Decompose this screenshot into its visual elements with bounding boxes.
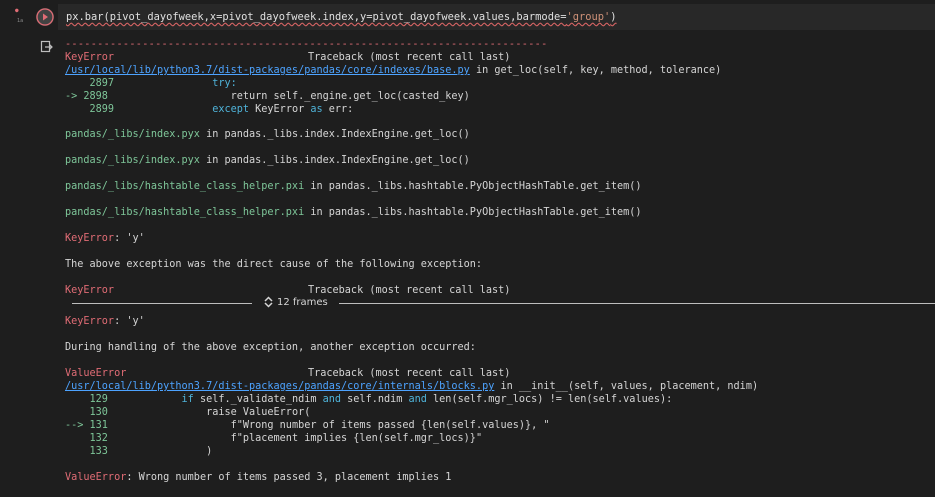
keyword: and bbox=[408, 394, 427, 405]
traceback-file-line: /usr/local/lib/python3.7/dist-packages/p… bbox=[65, 380, 758, 393]
function-ref: in __init__(self, values, placement, ndi… bbox=[494, 381, 759, 392]
frame-function: in pandas._libs.index.IndexEngine.get_lo… bbox=[199, 155, 470, 166]
error-type: KeyError bbox=[65, 52, 115, 63]
frames-divider-right bbox=[339, 303, 935, 304]
source-code: self.ndim bbox=[341, 394, 409, 405]
frame-function: in pandas._libs.hashtable.PyObjectHashTa… bbox=[304, 207, 642, 218]
error-type: ValueError bbox=[65, 472, 127, 483]
source-line: 129 if self._validate_ndim and self.ndim… bbox=[65, 393, 673, 406]
keyword: if bbox=[107, 394, 194, 405]
frames-divider-left bbox=[72, 303, 252, 304]
exception-message: KeyError: 'y' bbox=[65, 232, 145, 245]
frame-file: pandas/_libs/hashtable_class_helper.pxi bbox=[65, 181, 305, 192]
frame-file: pandas/_libs/hashtable_class_helper.pxi bbox=[65, 207, 305, 218]
error-type: KeyError bbox=[65, 285, 115, 296]
line-number: 133 bbox=[65, 446, 108, 457]
source-code: len(self.mgr_locs) != len(self.values): bbox=[426, 394, 673, 405]
line-number: 129 bbox=[65, 394, 108, 405]
collapsed-frames-row: 12 frames bbox=[72, 296, 935, 310]
source-code: raise ValueError( bbox=[107, 407, 311, 418]
source-line: 2897 try: bbox=[65, 77, 237, 90]
source-code: f"Wrong number of items passed {len(self… bbox=[107, 420, 550, 431]
line-number: 2899 bbox=[65, 104, 115, 115]
frame-line: pandas/_libs/hashtable_class_helper.pxi … bbox=[65, 206, 642, 219]
exception-message: ValueError: Wrong number of items passed… bbox=[65, 471, 451, 484]
file-link[interactable]: /usr/local/lib/python3.7/dist-packages/p… bbox=[65, 65, 470, 76]
source-line: 130 raise ValueError( bbox=[65, 406, 311, 419]
frame-line: pandas/_libs/index.pyx in pandas._libs.i… bbox=[65, 128, 470, 141]
error-type: ValueError bbox=[65, 368, 127, 379]
code-line[interactable]: px.bar(pivot_dayofweek,x=pivot_dayofweek… bbox=[66, 10, 617, 24]
source-code: f"placement implies {len(self.mgr_locs)}… bbox=[107, 433, 483, 444]
source-code: self._validate_ndim bbox=[193, 394, 323, 405]
frame-line: pandas/_libs/hashtable_class_helper.pxi … bbox=[65, 180, 642, 193]
chained-exception-message: During handling of the above exception, … bbox=[65, 342, 476, 353]
source-line: 132 f"placement implies {len(self.mgr_lo… bbox=[65, 432, 483, 445]
frames-count-label: 12 frames bbox=[277, 297, 328, 308]
error-text: : 'y' bbox=[114, 316, 145, 327]
code-text-end: ) bbox=[610, 11, 617, 23]
frame-line: pandas/_libs/index.pyx in pandas._libs.i… bbox=[65, 154, 470, 167]
file-link[interactable]: /usr/local/lib/python3.7/dist-packages/p… bbox=[65, 381, 494, 392]
error-type: KeyError bbox=[65, 316, 115, 327]
execution-count: 1a bbox=[17, 18, 24, 24]
function-ref: in get_loc(self, key, method, tolerance) bbox=[469, 65, 722, 76]
source-line: 2899 except KeyError as err: bbox=[65, 103, 354, 116]
source-line-current: -> 2898 return self._engine.get_loc(cast… bbox=[65, 90, 470, 103]
keyword: and bbox=[322, 394, 342, 405]
output-toggle-icon[interactable] bbox=[40, 40, 54, 54]
error-text: : Wrong number of items passed 3, placem… bbox=[126, 472, 452, 483]
play-icon bbox=[36, 8, 54, 26]
error-text: : 'y' bbox=[114, 233, 145, 244]
source-code: err: bbox=[322, 104, 354, 115]
source-code: KeyError bbox=[249, 104, 311, 115]
error-type: KeyError bbox=[65, 233, 115, 244]
traceback-title: Traceback (most recent call last) bbox=[308, 368, 511, 379]
cell-gutter: ● 1a bbox=[0, 0, 57, 497]
line-number-arrow: --> 131 bbox=[65, 420, 108, 431]
line-number: 2897 bbox=[65, 78, 115, 89]
traceback-header: KeyError Traceback (most recent call last… bbox=[65, 51, 510, 64]
frame-function: in pandas._libs.hashtable.PyObjectHashTa… bbox=[304, 181, 642, 192]
traceback-file-line: /usr/local/lib/python3.7/dist-packages/p… bbox=[65, 64, 721, 77]
chained-exception-message: The above exception was the direct cause… bbox=[65, 259, 483, 270]
keyword: as bbox=[310, 104, 323, 115]
source-line-current: --> 131 f"Wrong number of items passed {… bbox=[65, 419, 550, 432]
exception-message: KeyError: 'y' bbox=[65, 315, 145, 328]
keyword: except bbox=[114, 104, 250, 115]
line-number: 130 bbox=[65, 407, 108, 418]
line-number: 132 bbox=[65, 433, 108, 444]
source-line: 133 ) bbox=[65, 445, 213, 458]
error-indicator-icon: ● bbox=[15, 7, 19, 14]
code-string: 'group' bbox=[566, 11, 611, 23]
source-code: return self._engine.get_loc(casted_key) bbox=[107, 91, 470, 102]
frame-function: in pandas._libs.index.IndexEngine.get_lo… bbox=[199, 129, 470, 140]
traceback-header: ValueError Traceback (most recent call la… bbox=[65, 367, 510, 380]
traceback-separator: ----------------------------------------… bbox=[65, 39, 548, 50]
code-cell[interactable]: px.bar(pivot_dayofweek,x=pivot_dayofweek… bbox=[58, 4, 935, 30]
unfold-icon bbox=[264, 296, 273, 308]
run-cell-button[interactable] bbox=[36, 8, 54, 26]
traceback-title: Traceback (most recent call last) bbox=[308, 52, 511, 63]
frame-file: pandas/_libs/index.pyx bbox=[65, 129, 200, 140]
line-number-arrow: -> 2898 bbox=[65, 91, 108, 102]
code-text: px.bar(pivot_dayofweek,x=pivot_dayofweek… bbox=[66, 11, 567, 23]
expand-frames-button[interactable]: 12 frames bbox=[264, 296, 328, 310]
source-code: try: bbox=[114, 78, 237, 89]
frame-file: pandas/_libs/index.pyx bbox=[65, 155, 200, 166]
source-code: ) bbox=[107, 446, 213, 457]
